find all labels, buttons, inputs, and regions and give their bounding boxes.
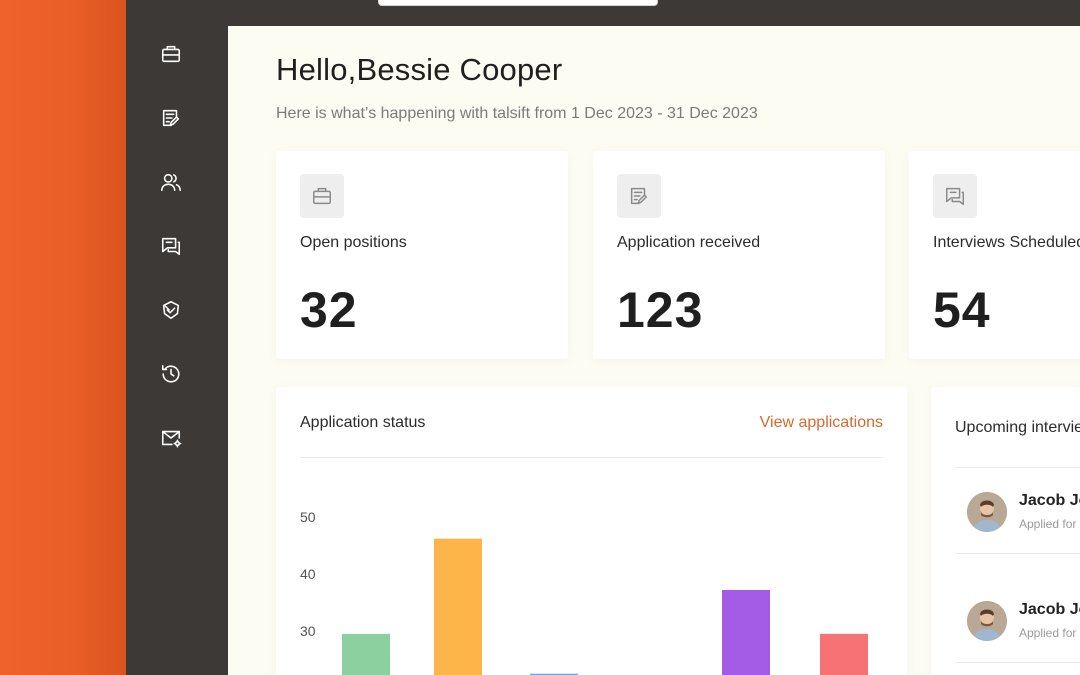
upcoming-title: Upcoming interviews	[955, 419, 1080, 436]
brand-accent-strip	[0, 0, 126, 675]
stat-value: 123	[617, 282, 704, 338]
stat-card-applications[interactable]: Application received 123	[593, 151, 885, 359]
candidate-applied-for: Applied for	[1019, 517, 1077, 531]
divider	[955, 553, 1080, 554]
divider	[955, 467, 1080, 468]
application-status-card: Application status View applications 50 4…	[276, 387, 907, 675]
y-tick-label: 40	[300, 566, 316, 582]
history-icon	[161, 364, 180, 383]
chart-bar[interactable]	[342, 633, 390, 675]
chat-icon	[946, 187, 964, 205]
nav-candidates[interactable]	[159, 170, 183, 194]
stat-icon-box	[617, 174, 661, 218]
search-input[interactable]	[378, 0, 658, 6]
page-title: Hello,Bessie Cooper	[276, 52, 563, 87]
nav-mail-settings[interactable]	[159, 426, 183, 450]
users-icon	[161, 173, 181, 192]
list-item[interactable]: Jacob Jones Applied for	[955, 492, 1080, 552]
nav-offers[interactable]	[159, 298, 183, 322]
nav-applications[interactable]	[159, 106, 183, 130]
mail-settings-icon	[161, 430, 182, 448]
stat-icon-box	[300, 174, 344, 218]
chart-bar[interactable]	[434, 538, 482, 675]
application-status-chart: 50403020	[300, 509, 868, 675]
edit-document-icon	[630, 187, 648, 205]
stat-icon-box	[933, 174, 977, 218]
stat-value: 54	[933, 282, 991, 338]
page-subtitle: Here is what’s happening with talsift fr…	[276, 105, 758, 122]
chat-icon	[161, 237, 181, 256]
edit-document-icon	[162, 109, 180, 127]
stat-label: Interviews Scheduled	[933, 234, 1080, 251]
briefcase-icon	[313, 187, 331, 205]
y-tick-label: 30	[300, 623, 316, 639]
nav-jobs[interactable]	[159, 42, 183, 66]
stat-value: 32	[300, 282, 358, 338]
stat-card-interviews[interactable]: Interviews Scheduled 54	[909, 151, 1080, 359]
nav-history[interactable]	[159, 362, 183, 386]
stat-label: Open positions	[300, 234, 407, 251]
avatar	[967, 601, 1007, 641]
stat-label: Application received	[617, 234, 761, 251]
candidate-name: Jacob Jones	[1019, 601, 1080, 618]
upcoming-interviews-card: Upcoming interviews Jacob Jones Applied …	[931, 387, 1080, 675]
avatar	[967, 492, 1007, 532]
dashboard-main: Hello,Bessie Cooper Here is what’s happe…	[228, 26, 1080, 675]
candidate-applied-for: Applied for	[1019, 626, 1077, 640]
briefcase-icon	[161, 45, 181, 63]
sidebar	[126, 0, 228, 675]
list-item[interactable]: Jacob Jones Applied for	[955, 601, 1080, 661]
nav-messages[interactable]	[159, 234, 183, 258]
handshake-icon	[162, 300, 180, 320]
stat-card-open-positions[interactable]: Open positions 32	[276, 151, 568, 359]
candidate-name: Jacob Jones	[1019, 492, 1080, 509]
divider	[955, 662, 1080, 663]
chart-bar[interactable]	[722, 589, 770, 675]
y-tick-label: 50	[300, 509, 316, 525]
chart-bar[interactable]	[820, 633, 868, 675]
